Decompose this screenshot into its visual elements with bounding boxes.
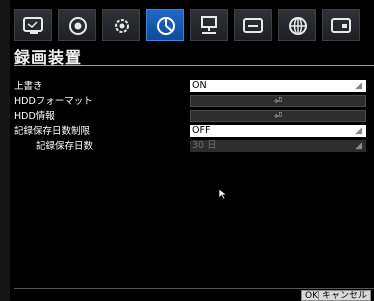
retention-limit-value: OFF — [192, 125, 211, 136]
title-divider — [14, 65, 374, 66]
retention-days-select[interactable]: 30 日 ◢ — [190, 140, 366, 152]
retention-limit-select[interactable]: OFF ◢ — [190, 125, 366, 137]
category-toolbar — [14, 9, 374, 41]
retention-days-value: 30 日 — [192, 140, 217, 151]
hdd-format-label: HDDフォーマット — [14, 96, 93, 107]
record-icon — [69, 17, 87, 35]
hdd-info-label: HDD情報 — [14, 111, 55, 122]
tab-language[interactable] — [278, 9, 316, 41]
enter-icon: ⏎ — [274, 96, 282, 107]
tab-settings[interactable] — [102, 9, 140, 41]
hdd-format-button[interactable]: ⏎ — [190, 95, 366, 107]
overwrite-value: ON — [192, 80, 207, 91]
tab-display[interactable] — [322, 9, 360, 41]
tab-record[interactable] — [58, 9, 96, 41]
dropdown-arrow-icon: ◢ — [355, 141, 362, 151]
network-computer-icon — [201, 16, 217, 34]
dropdown-arrow-icon: ◢ — [355, 81, 362, 91]
mouse-pointer-icon — [218, 188, 228, 200]
keyboard-icon — [243, 18, 263, 33]
overwrite-label: 上書き — [14, 81, 43, 92]
retention-days-label: 記録保存日数 — [36, 141, 94, 152]
overwrite-select[interactable]: ON ◢ — [190, 80, 366, 92]
enter-icon: ⏎ — [274, 111, 282, 122]
tab-monitor[interactable] — [14, 9, 52, 41]
footer-divider — [14, 288, 374, 289]
tab-input[interactable] — [234, 9, 272, 41]
dropdown-arrow-icon: ◢ — [355, 126, 362, 136]
pie-chart-icon — [157, 17, 175, 35]
monitor-icon — [23, 17, 43, 34]
globe-icon — [289, 17, 307, 35]
tab-network[interactable] — [190, 9, 228, 41]
display-icon — [331, 18, 351, 33]
settings-gear-icon — [115, 19, 129, 33]
cancel-button[interactable]: キャンセル — [318, 290, 372, 301]
retention-limit-label: 記録保存日数制限 — [14, 126, 91, 137]
hdd-info-button[interactable]: ⏎ — [190, 110, 366, 122]
tab-storage[interactable] — [146, 9, 184, 41]
